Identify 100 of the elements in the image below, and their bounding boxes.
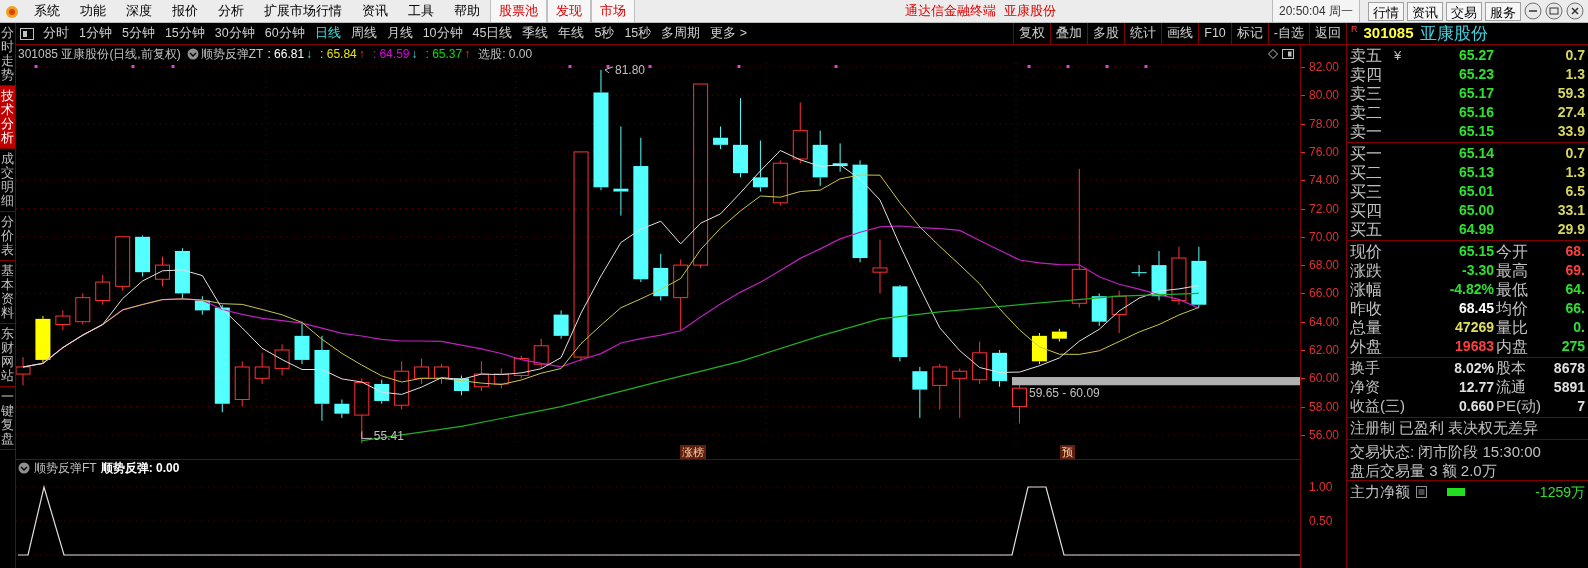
side-tab[interactable]: 技术分析 bbox=[0, 86, 15, 149]
volume-value: 29.9 bbox=[1556, 220, 1585, 239]
candlestick bbox=[394, 360, 410, 410]
stat-label: 主力净额 bbox=[1350, 481, 1410, 502]
stat-label: 均价 bbox=[1496, 298, 1529, 319]
menu-item[interactable]: 分析 bbox=[208, 0, 254, 22]
axis-label: 82.00 bbox=[1309, 61, 1340, 73]
tool-button[interactable]: 统计 bbox=[1124, 23, 1162, 44]
period-tab[interactable]: 15秒 bbox=[619, 24, 657, 43]
stat-label: 净资 bbox=[1350, 377, 1381, 398]
period-tab[interactable]: 1分钟 bbox=[74, 24, 117, 43]
menu-item[interactable]: 帮助 bbox=[444, 0, 490, 22]
indicator-name: 顺势反弹FT bbox=[34, 460, 97, 477]
event-marker: 预 bbox=[1060, 445, 1075, 459]
menu-item[interactable]: 发现 bbox=[547, 0, 591, 22]
volume-value: 33.1 bbox=[1556, 201, 1585, 220]
axis-label: 80.00 bbox=[1309, 89, 1340, 102]
candlestick bbox=[334, 399, 350, 419]
tool-button[interactable]: 标记 bbox=[1230, 23, 1268, 44]
stat-value: 68. bbox=[1564, 242, 1585, 261]
menu-button[interactable]: 交易 bbox=[1446, 1, 1482, 21]
price-value: 65.16 bbox=[1457, 103, 1494, 122]
stat-value: 5891 bbox=[1552, 378, 1585, 397]
menu-item[interactable]: 股票池 bbox=[490, 0, 547, 22]
side-tab[interactable]: 分价表 bbox=[0, 212, 15, 261]
tool-button[interactable]: F10 bbox=[1198, 23, 1231, 44]
trend-arrow: ↓ bbox=[411, 46, 418, 63]
period-tab[interactable]: 30分钟 bbox=[209, 24, 260, 43]
period-tab[interactable]: 多周期 bbox=[656, 24, 706, 43]
side-tab[interactable]: 东财网站 bbox=[0, 324, 15, 387]
axis-label: 62.00 bbox=[1309, 344, 1340, 356]
dropdown-icon bbox=[186, 48, 199, 60]
stat-label: 涨跌 bbox=[1350, 260, 1383, 281]
stat-value: 64. bbox=[1564, 280, 1585, 299]
order-label: 买五 bbox=[1350, 219, 1383, 240]
tool-button[interactable]: -自选 bbox=[1267, 23, 1309, 44]
stat-value: 66. bbox=[1564, 299, 1585, 318]
tool-button[interactable]: 叠加 bbox=[1050, 23, 1088, 44]
price-range-label: 59.65 - 60.09 bbox=[1029, 386, 1100, 401]
stat-value: 0. bbox=[1572, 318, 1585, 337]
stat-label: 内盘 bbox=[1496, 336, 1529, 357]
tool-button[interactable]: 画线 bbox=[1161, 23, 1199, 44]
period-tab[interactable]: 5秒 bbox=[589, 24, 620, 43]
menu-button[interactable]: 资讯 bbox=[1407, 1, 1443, 21]
menu-item[interactable]: 工具 bbox=[398, 0, 444, 22]
restore-icon[interactable] bbox=[1545, 2, 1563, 20]
period-tab[interactable]: 季线 bbox=[517, 24, 554, 43]
stat-value: 8.02% bbox=[1453, 359, 1494, 378]
period-tab[interactable]: 5分钟 bbox=[116, 24, 160, 43]
tool-button[interactable]: 多股 bbox=[1087, 23, 1125, 44]
axis-label: 60.00 bbox=[1309, 372, 1340, 385]
menu-button[interactable]: 服务 bbox=[1485, 1, 1521, 21]
candlestick bbox=[55, 309, 71, 331]
period-tab[interactable]: 45日线 bbox=[467, 24, 518, 43]
side-tab[interactable]: 一键复盘 bbox=[0, 387, 15, 450]
period-tab[interactable]: 更多 > bbox=[705, 24, 753, 43]
stat-label: 流通 bbox=[1496, 377, 1527, 398]
candlestick bbox=[812, 130, 828, 187]
indicator-value: 顺势反弹: 0.00 bbox=[100, 460, 180, 477]
candlestick bbox=[533, 338, 549, 369]
period-tab[interactable]: 分时 bbox=[38, 24, 74, 43]
stat-value: -4.82% bbox=[1448, 280, 1494, 299]
period-tab[interactable]: 60分钟 bbox=[259, 24, 310, 43]
period-tab[interactable]: 日线 bbox=[309, 24, 346, 43]
axis-label: 74.00 bbox=[1309, 174, 1340, 187]
stat-label: 收益(三) bbox=[1350, 396, 1404, 417]
side-tab[interactable]: 成交明细 bbox=[0, 149, 15, 212]
menu-item[interactable]: 扩展市场行情 bbox=[254, 0, 352, 22]
side-tab[interactable]: 基本资料 bbox=[0, 261, 15, 324]
tool-button[interactable]: 返回 bbox=[1309, 23, 1346, 44]
period-tab[interactable]: 10分钟 bbox=[417, 24, 468, 43]
minimize-icon[interactable] bbox=[1524, 2, 1542, 20]
chart-title: 301085 亚康股份(日线,前复权) bbox=[18, 46, 181, 63]
stat-label: 涨幅 bbox=[1350, 279, 1383, 300]
stat-label: 现价 bbox=[1350, 241, 1383, 262]
menu-item[interactable]: 深度 bbox=[116, 0, 162, 22]
candlestick bbox=[1051, 328, 1067, 342]
menu-button[interactable]: 行情 bbox=[1368, 1, 1404, 21]
stat-value: 275 bbox=[1560, 337, 1585, 356]
indicator-value: : 66.81 bbox=[267, 46, 305, 63]
candlestick bbox=[115, 236, 131, 292]
stat-value: 7 bbox=[1576, 397, 1585, 416]
tool-button[interactable]: 复权 bbox=[1013, 23, 1051, 44]
stat-value: 19683 bbox=[1454, 337, 1494, 356]
menu-item[interactable]: 资讯 bbox=[352, 0, 398, 22]
menu-item[interactable]: 功能 bbox=[70, 0, 116, 22]
menu-item[interactable]: 市场 bbox=[591, 0, 635, 22]
period-tab[interactable]: 周线 bbox=[345, 24, 382, 43]
period-tab[interactable]: 月线 bbox=[381, 24, 418, 43]
period-tab[interactable]: 年线 bbox=[553, 24, 590, 43]
r-tag: R bbox=[1351, 23, 1358, 37]
volume-value: 1.3 bbox=[1564, 65, 1585, 84]
stat-value: 0.660 bbox=[1457, 397, 1494, 416]
stock-name: 亚康股份 bbox=[1419, 22, 1488, 45]
close-icon[interactable] bbox=[1566, 2, 1584, 20]
period-tab[interactable]: 15分钟 bbox=[159, 24, 210, 43]
candlestick bbox=[653, 253, 669, 301]
flow-bar bbox=[1447, 488, 1465, 496]
menu-item[interactable]: 报价 bbox=[162, 0, 208, 22]
menu-item[interactable]: 系统 bbox=[24, 0, 70, 22]
